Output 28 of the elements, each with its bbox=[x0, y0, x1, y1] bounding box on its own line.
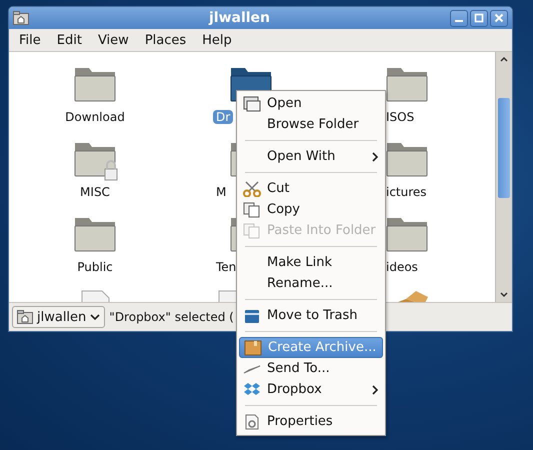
context-menu-item[interactable]: Copy bbox=[239, 199, 383, 220]
file-name: ideos bbox=[385, 260, 419, 274]
context-menu-item[interactable]: Properties bbox=[239, 411, 383, 432]
context-menu-item[interactable]: Open With bbox=[239, 146, 383, 167]
menu-item[interactable]: File bbox=[13, 32, 47, 48]
context-menu-item[interactable]: Cut bbox=[239, 178, 383, 199]
window-title: jlwallen bbox=[208, 10, 272, 26]
context-menu-item[interactable]: Dropbox bbox=[239, 379, 383, 400]
file-name: Dr bbox=[213, 110, 234, 124]
file-name: Ten bbox=[215, 260, 238, 274]
context-menu-item[interactable]: Move to Trash bbox=[239, 305, 383, 326]
context-menu-item[interactable]: Rename... bbox=[239, 273, 383, 294]
file-name: Download bbox=[64, 110, 126, 124]
status-message: "Dropbox" selected ( bbox=[109, 310, 234, 324]
location-button[interactable]: jlwallen bbox=[12, 306, 106, 328]
file-name: Public bbox=[76, 260, 114, 274]
file-name: ISOS bbox=[385, 110, 416, 124]
menu-item[interactable]: View bbox=[92, 32, 135, 48]
file-name: MISC bbox=[79, 185, 111, 199]
context-menu-item[interactable]: Open bbox=[239, 93, 383, 114]
menu-item[interactable]: Places bbox=[138, 32, 192, 48]
context-menu-item[interactable]: Send To... bbox=[239, 358, 383, 379]
menu-item[interactable]: Help bbox=[196, 32, 238, 48]
file-name: ictures bbox=[385, 185, 428, 199]
context-menu-item[interactable]: Browse Folder bbox=[239, 114, 383, 135]
file-name: M bbox=[215, 185, 228, 199]
context-menu-item[interactable]: Make Link bbox=[239, 252, 383, 273]
menu-item[interactable]: Edit bbox=[50, 32, 88, 48]
